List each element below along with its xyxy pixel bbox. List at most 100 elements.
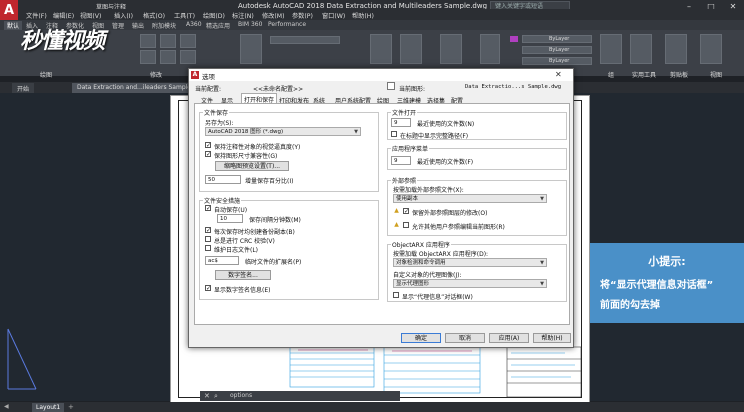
group-icon[interactable] (600, 34, 622, 64)
menu-modify[interactable]: 修改(M) (262, 11, 285, 20)
menu-file[interactable]: 文件(F) (26, 11, 47, 20)
allow-edit-label: 允许其他用户参照编辑当前图形(R) (412, 224, 505, 231)
ribbon-tab-bim360[interactable]: BIM 360 (238, 21, 262, 28)
incremental-save-label: 增量保存百分比(I) (245, 178, 294, 185)
text-tool-icon[interactable] (370, 34, 392, 64)
paste-icon[interactable] (665, 34, 687, 64)
ribbon-tab-addins[interactable]: 附加模块 (152, 21, 176, 30)
ribbon-group-modify[interactable]: 修改 (150, 70, 162, 79)
command-history-icon[interactable]: ⌕ (214, 392, 218, 401)
ribbon-tab-a360[interactable]: A360 (186, 21, 202, 28)
thumbnail-settings-button[interactable]: 缩略图预览设置(T)... (215, 161, 289, 171)
backup-checkbox[interactable]: ✓ (205, 227, 211, 234)
dialog-titlebar[interactable] (189, 69, 573, 81)
ribbon-group-draw[interactable]: 绘图 (40, 70, 52, 79)
dialog-close-icon[interactable]: ✕ (555, 70, 562, 79)
ribbon-tab-output[interactable]: 输出 (132, 21, 144, 30)
menu-parametric[interactable]: 参数(P) (292, 11, 313, 20)
menu-dimension[interactable]: 标注(N) (232, 11, 254, 20)
doc-tab-drawing[interactable]: Data Extraction and...ileaders Sample* (72, 83, 199, 93)
save-as-dropdown[interactable]: AutoCAD 2018 图形 (*.dwg) ▼ (205, 127, 361, 136)
match-properties-icon[interactable] (480, 34, 500, 64)
insert-block-icon[interactable] (440, 34, 462, 64)
title-block (506, 346, 582, 398)
autosave-minutes-label: 保存间隔分钟数(M) (249, 217, 301, 224)
linetype-dropdown[interactable]: ByLayer (522, 46, 592, 54)
view-base-icon[interactable] (700, 34, 722, 64)
temp-extension-input[interactable]: ac$ (205, 256, 239, 265)
color-dropdown[interactable]: ByLayer (522, 35, 592, 43)
trim-tool-icon[interactable] (180, 34, 196, 48)
video-watermark: 秒懂视频 (20, 29, 105, 54)
xref-demand-dropdown[interactable]: 使用副本 ▼ (393, 194, 547, 203)
layer-properties-icon[interactable] (240, 34, 262, 64)
rotate-tool-icon[interactable] (160, 34, 176, 48)
ribbon-group-view[interactable]: 视图 (710, 70, 722, 79)
ribbon-tab-featured-apps[interactable]: 精选应用 (206, 21, 230, 30)
drawing-size-checkbox[interactable]: ✓ (205, 151, 211, 158)
retain-layers-checkbox[interactable]: ✓ (403, 208, 409, 215)
command-line-input[interactable]: options (200, 391, 400, 401)
save-as-label: 另存为(S): (205, 120, 234, 127)
proxy-dropdown[interactable]: 显示代理图形 ▼ (393, 279, 547, 288)
menu-edit[interactable]: 编辑(E) (53, 11, 74, 20)
autocad-logo-icon[interactable]: A (0, 0, 18, 22)
show-proxy-label: 显示“代理信息”对话框(W) (402, 294, 473, 301)
dimension-tool-icon[interactable] (400, 34, 422, 64)
fillet-tool-icon[interactable] (180, 50, 196, 64)
arx-demand-dropdown[interactable]: 对象检测和命令调用 ▼ (393, 258, 547, 267)
full-path-checkbox[interactable] (391, 131, 397, 137)
xref-demand-value: 使用副本 (396, 196, 419, 202)
ok-button[interactable]: 确定 (401, 333, 441, 343)
menu-window[interactable]: 窗口(W) (322, 11, 345, 20)
menu-tools[interactable]: 工具(T) (174, 11, 195, 20)
measure-icon[interactable] (630, 34, 652, 64)
tip-title: 小提示: (648, 255, 686, 268)
app-recent-input[interactable]: 9 (391, 156, 411, 165)
ribbon-group-clipboard[interactable]: 剪贴板 (670, 70, 688, 79)
incremental-save-input[interactable]: 50 (205, 175, 241, 184)
crc-label: 总是进行 CRC 校验(V) (214, 238, 275, 245)
menu-format[interactable]: 格式(O) (143, 11, 165, 20)
menu-view[interactable]: 视图(V) (80, 11, 101, 20)
autosave-minutes-input[interactable]: 10 (217, 214, 243, 223)
tab-open-save[interactable]: 打开和保存 (241, 93, 278, 104)
digital-signatures-button[interactable]: 数字签名... (215, 270, 271, 280)
dialog-title: 选项 (202, 73, 215, 81)
proxy-label: 自定义对象的代理图像(J): (393, 272, 462, 279)
file-save-title: 文件保存 (203, 108, 230, 117)
move-tool-icon[interactable] (140, 34, 156, 48)
fidelity-checkbox[interactable]: ✓ (205, 142, 211, 149)
show-signature-checkbox[interactable]: ✓ (205, 285, 211, 292)
log-file-checkbox[interactable] (205, 245, 211, 251)
chevron-down-icon: ▼ (354, 129, 358, 135)
drawing-setting-icon: ▲ (394, 221, 399, 228)
tab-prev-icon[interactable]: ◀ (4, 403, 9, 410)
copy-tool-icon[interactable] (140, 50, 156, 64)
layer-dropdown[interactable] (270, 36, 340, 44)
allow-edit-checkbox[interactable] (403, 222, 409, 228)
ribbon-tab-performance[interactable]: Performance (268, 21, 306, 28)
autosave-checkbox[interactable]: ✓ (205, 205, 211, 212)
xref-demand-label: 按需加载外部参照文件(X): (393, 187, 464, 194)
show-proxy-checkbox[interactable] (393, 292, 399, 298)
doc-tab-start[interactable]: 开始 (12, 83, 35, 93)
mirror-tool-icon[interactable] (160, 50, 176, 64)
apply-button[interactable]: 应用(A) (489, 333, 529, 343)
add-layout-icon[interactable]: + (68, 403, 74, 411)
crc-checkbox[interactable] (205, 236, 211, 242)
cancel-button[interactable]: 取消 (445, 333, 485, 343)
menu-insert[interactable]: 插入(I) (114, 11, 133, 20)
ribbon-tab-manage[interactable]: 管理 (112, 21, 124, 30)
arx-demand-label: 按需加载 ObjectARX 应用程序(D): (393, 251, 489, 258)
ribbon-group-utilities[interactable]: 实用工具 (632, 70, 656, 79)
menu-draw[interactable]: 绘图(D) (203, 11, 225, 20)
close-command-icon[interactable]: ✕ (204, 392, 210, 400)
lineweight-dropdown[interactable]: ByLayer (522, 57, 592, 65)
recent-files-input[interactable]: 9 (391, 118, 411, 127)
help-button[interactable]: 帮助(H) (533, 333, 571, 343)
ribbon-group-groups[interactable]: 组 (608, 70, 614, 79)
menu-help[interactable]: 帮助(H) (352, 11, 374, 20)
tip-line-2: 前面的勾去掉 (600, 300, 660, 311)
layout-tab[interactable]: Layout1 (32, 403, 65, 412)
